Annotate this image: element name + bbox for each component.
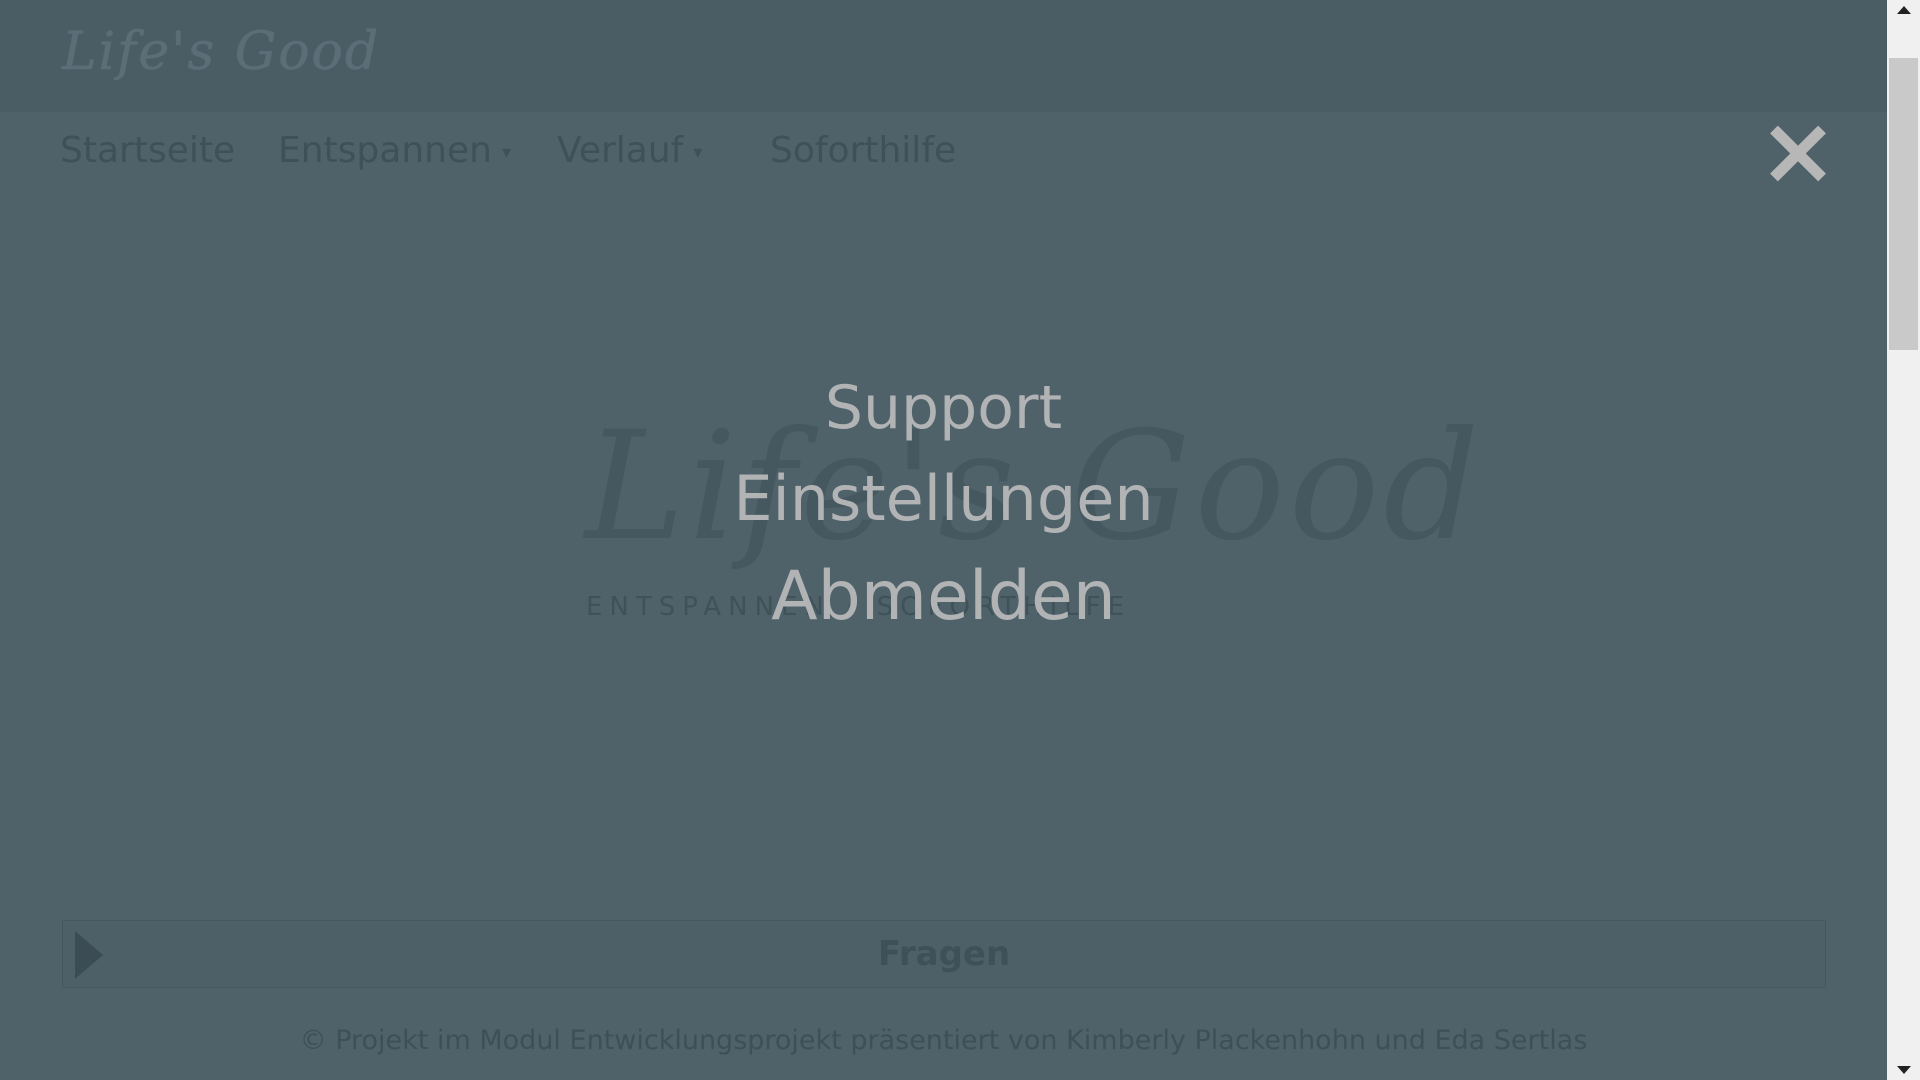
footer-text: © Projekt im Modul Entwicklungsprojekt p… [299, 1025, 1588, 1056]
nav-item-label: Startseite [60, 130, 236, 171]
top-bar: Life's Good [0, 0, 1887, 112]
nav-item-soforthilfe[interactable]: Soforthilfe [770, 130, 956, 171]
close-icon[interactable] [1762, 118, 1834, 190]
nav-item-label: Entspannen [278, 130, 492, 171]
nav-item-label: Soforthilfe [770, 130, 957, 171]
fragen-accordion[interactable]: Fragen [62, 920, 1826, 988]
nav-item-entspannen[interactable]: Entspannen ▾ [278, 130, 511, 171]
nav-item-verlauf[interactable]: Verlauf ▾ [557, 130, 702, 171]
main-nav: Startseite Entspannen ▾ Verlauf ▾ Soforthi… [0, 118, 1887, 184]
vertical-scrollbar[interactable] [1887, 0, 1920, 1080]
site-logo[interactable]: Life's Good [62, 22, 380, 82]
menu-item-abmelden[interactable]: Abmelden [0, 557, 1887, 636]
caret-down-icon: ▾ [693, 141, 703, 163]
accordion-label: Fragen [877, 934, 1011, 974]
scrollbar-thumb[interactable] [1889, 58, 1918, 350]
scroll-down-arrow-icon[interactable] [1887, 1060, 1920, 1080]
caret-down-icon: ▾ [501, 141, 511, 163]
menu-item-support[interactable]: Support [0, 373, 1887, 443]
menu-item-einstellungen[interactable]: Einstellungen [0, 462, 1887, 535]
nav-item-startseite[interactable]: Startseite [60, 130, 235, 171]
page: Life's Good Startseite Entspannen ▾ Verla… [0, 0, 1887, 1080]
scroll-up-arrow-icon[interactable] [1887, 0, 1920, 20]
nav-item-label: Verlauf [557, 130, 684, 171]
